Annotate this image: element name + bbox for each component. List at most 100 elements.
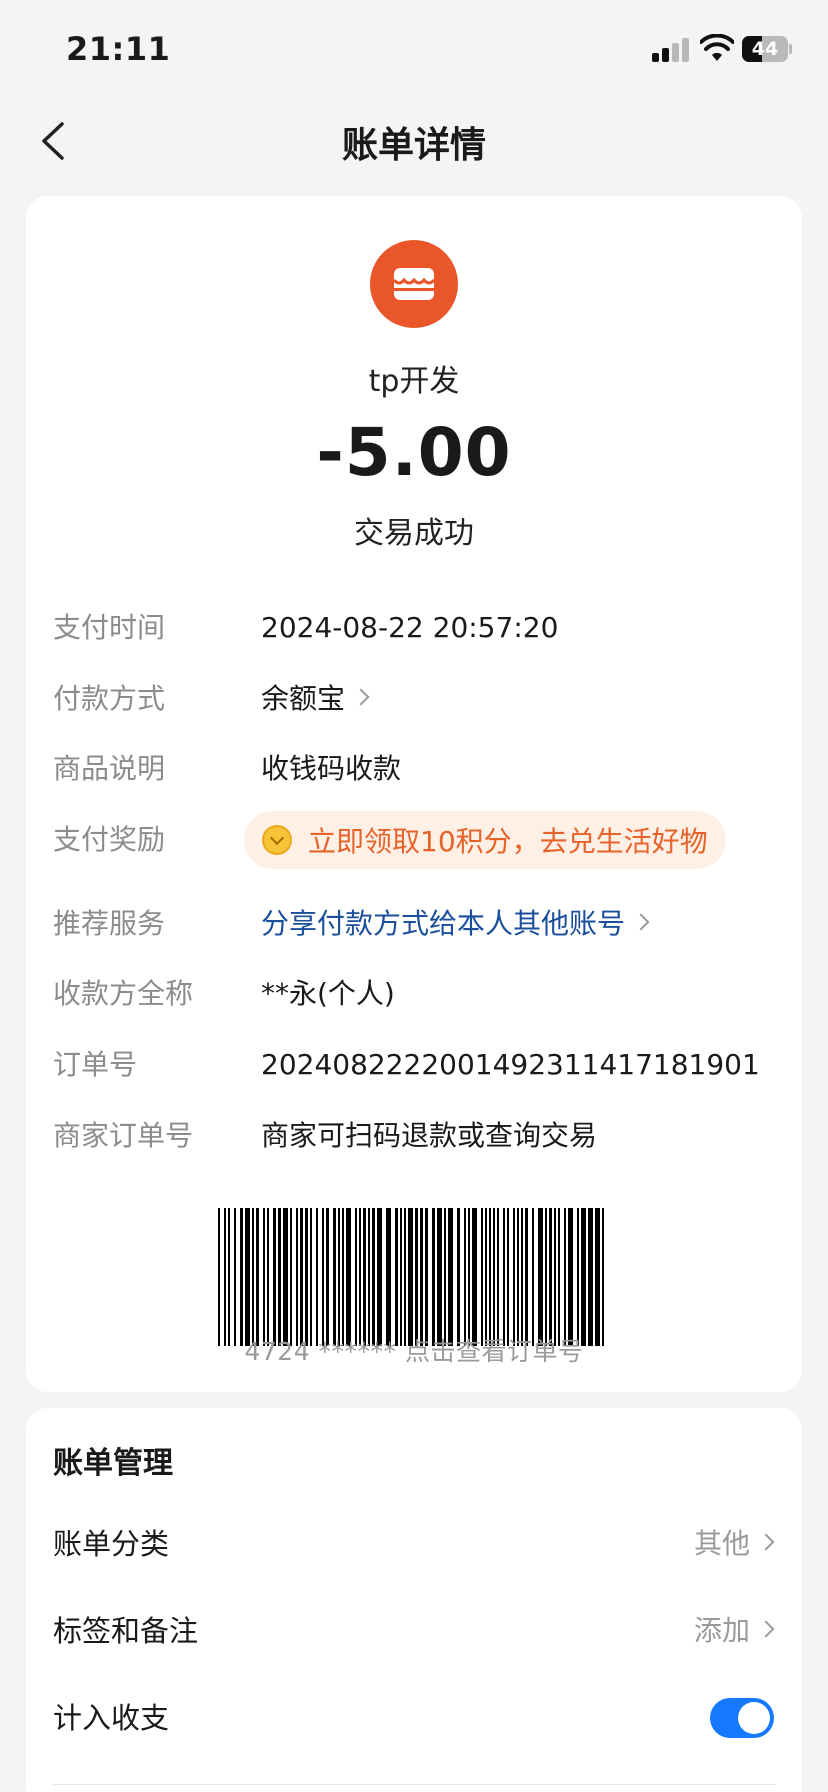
bill-detail-card: tp开发 -5.00 交易成功 支付时间 2024-08-22 20:57:20… bbox=[26, 196, 802, 1392]
barcode-bar bbox=[564, 1208, 566, 1346]
detail-row-pay-method[interactable]: 付款方式 余额宝 bbox=[26, 675, 802, 723]
section-title: 账单管理 bbox=[53, 1446, 173, 1481]
barcode-bar bbox=[305, 1208, 308, 1346]
bill-category-row[interactable]: 账单分类 其他 bbox=[26, 1514, 802, 1574]
chevron-right-icon bbox=[632, 913, 650, 931]
cellular-signal-icon bbox=[652, 36, 690, 62]
barcode-bar bbox=[218, 1208, 220, 1346]
barcode-bar bbox=[346, 1208, 351, 1346]
barcode-bar bbox=[468, 1208, 470, 1346]
barcode-bar bbox=[513, 1208, 515, 1346]
barcode-bar bbox=[256, 1208, 259, 1346]
barcode-bar bbox=[517, 1208, 519, 1346]
merchant-name: tp开发 bbox=[368, 364, 460, 399]
store-icon bbox=[370, 240, 458, 328]
barcode-bar bbox=[568, 1208, 573, 1346]
barcode-bar bbox=[489, 1208, 491, 1346]
barcode-bar bbox=[581, 1208, 586, 1346]
barcode-bar bbox=[400, 1208, 402, 1346]
row-value: 分享付款方式给本人其他账号 bbox=[261, 907, 626, 940]
row-value: 其他 bbox=[694, 1514, 775, 1574]
page-title: 账单详情 bbox=[341, 125, 486, 166]
chevron-right-icon bbox=[757, 1620, 775, 1638]
barcode-bar bbox=[404, 1208, 406, 1346]
nav-bar: 账单详情 bbox=[0, 100, 828, 180]
barcode-bar bbox=[602, 1208, 604, 1346]
wifi-icon bbox=[700, 34, 734, 61]
barcode-bar bbox=[464, 1208, 466, 1346]
barcode-bar bbox=[485, 1208, 487, 1346]
barcode-bar bbox=[359, 1208, 361, 1346]
row-label: 标签和备注 bbox=[53, 1614, 199, 1648]
coin-icon bbox=[262, 825, 292, 855]
barcode-bar bbox=[532, 1208, 534, 1346]
row-value: 2024-08-22 20:57:20 bbox=[261, 611, 559, 644]
reward-button[interactable]: 立即领取10积分，去兑生活好物 bbox=[244, 811, 726, 869]
chevron-right-icon bbox=[352, 688, 370, 706]
barcode-bar bbox=[448, 1208, 453, 1346]
barcode-bar bbox=[355, 1208, 357, 1346]
barcode-bar bbox=[263, 1208, 265, 1346]
tags-notes-row[interactable]: 标签和备注 添加 bbox=[26, 1601, 802, 1661]
transaction-amount: -5.00 bbox=[316, 414, 512, 491]
barcode-bar bbox=[395, 1208, 398, 1346]
row-label: 收款方全称 bbox=[53, 977, 194, 1010]
barcode-bar bbox=[521, 1208, 523, 1346]
barcode-bar bbox=[472, 1208, 477, 1346]
status-bar: 21:11 44 bbox=[0, 0, 828, 100]
row-label: 推荐服务 bbox=[53, 907, 166, 940]
barcode-bar bbox=[503, 1208, 505, 1346]
barcode-bar bbox=[240, 1208, 243, 1346]
barcode-bar bbox=[326, 1208, 329, 1346]
barcode-bar bbox=[525, 1208, 528, 1346]
barcode-bar bbox=[432, 1208, 435, 1346]
detail-row-service[interactable]: 推荐服务 分享付款方式给本人其他账号 bbox=[26, 900, 802, 948]
barcode-bar bbox=[408, 1208, 413, 1346]
detail-row-order-no: 订单号 2024082222001492311417181901 bbox=[26, 1041, 802, 1089]
row-label: 订单号 bbox=[53, 1048, 138, 1081]
barcode-bar bbox=[554, 1208, 556, 1346]
row-value: 余额宝 bbox=[261, 682, 346, 715]
barcode-bar bbox=[245, 1208, 250, 1346]
pay-method-link[interactable]: 余额宝 bbox=[261, 675, 370, 723]
detail-row-reward: 支付奖励 立即领取10积分，去兑生活好物 bbox=[26, 811, 802, 869]
row-value: 商家可扫码退款或查询交易 bbox=[261, 1119, 598, 1152]
barcode-bar bbox=[290, 1208, 292, 1346]
share-pay-method-link[interactable]: 分享付款方式给本人其他账号 bbox=[261, 900, 650, 948]
barcode-bar bbox=[316, 1208, 318, 1346]
row-value: 添加 bbox=[694, 1601, 775, 1661]
barcode-bar bbox=[425, 1208, 428, 1346]
barcode-bar bbox=[310, 1208, 312, 1346]
barcode-bar bbox=[437, 1208, 442, 1346]
barcode-bar bbox=[558, 1208, 560, 1346]
row-value: 2024082222001492311417181901 bbox=[261, 1048, 760, 1081]
barcode-bar bbox=[545, 1208, 547, 1346]
status-time: 21:11 bbox=[66, 30, 171, 68]
include-in-stats-toggle[interactable] bbox=[710, 1698, 774, 1738]
chevron-right-icon bbox=[757, 1533, 775, 1551]
reward-text: 立即领取10积分，去兑生活好物 bbox=[308, 825, 708, 858]
barcode-caption[interactable]: 4724 ****** 点击查看订单号 bbox=[26, 1332, 802, 1368]
barcode-bar bbox=[296, 1208, 298, 1346]
battery-icon: 44 bbox=[742, 36, 792, 62]
bill-manage-card: 账单管理 账单分类 其他 标签和备注 添加 计入收支 bbox=[26, 1408, 802, 1792]
barcode-bar bbox=[300, 1208, 303, 1346]
barcode-bar bbox=[363, 1208, 366, 1346]
barcode-bar bbox=[493, 1208, 495, 1346]
barcode-bar bbox=[549, 1208, 552, 1346]
barcode-bar bbox=[338, 1208, 340, 1346]
barcode-bar bbox=[252, 1208, 254, 1346]
barcode[interactable] bbox=[218, 1208, 610, 1346]
transaction-status: 交易成功 bbox=[354, 516, 474, 551]
barcode-bar bbox=[507, 1208, 509, 1346]
row-label: 支付奖励 bbox=[53, 823, 166, 856]
row-label: 付款方式 bbox=[53, 682, 166, 715]
barcode-bar bbox=[588, 1208, 593, 1346]
barcode-bar bbox=[322, 1208, 324, 1346]
barcode-bar bbox=[278, 1208, 281, 1346]
barcode-bar bbox=[497, 1208, 499, 1346]
row-label: 计入收支 bbox=[53, 1701, 170, 1735]
barcode-bar bbox=[457, 1208, 460, 1346]
barcode-bar bbox=[267, 1208, 269, 1346]
row-value: **永(个人) bbox=[261, 977, 395, 1010]
